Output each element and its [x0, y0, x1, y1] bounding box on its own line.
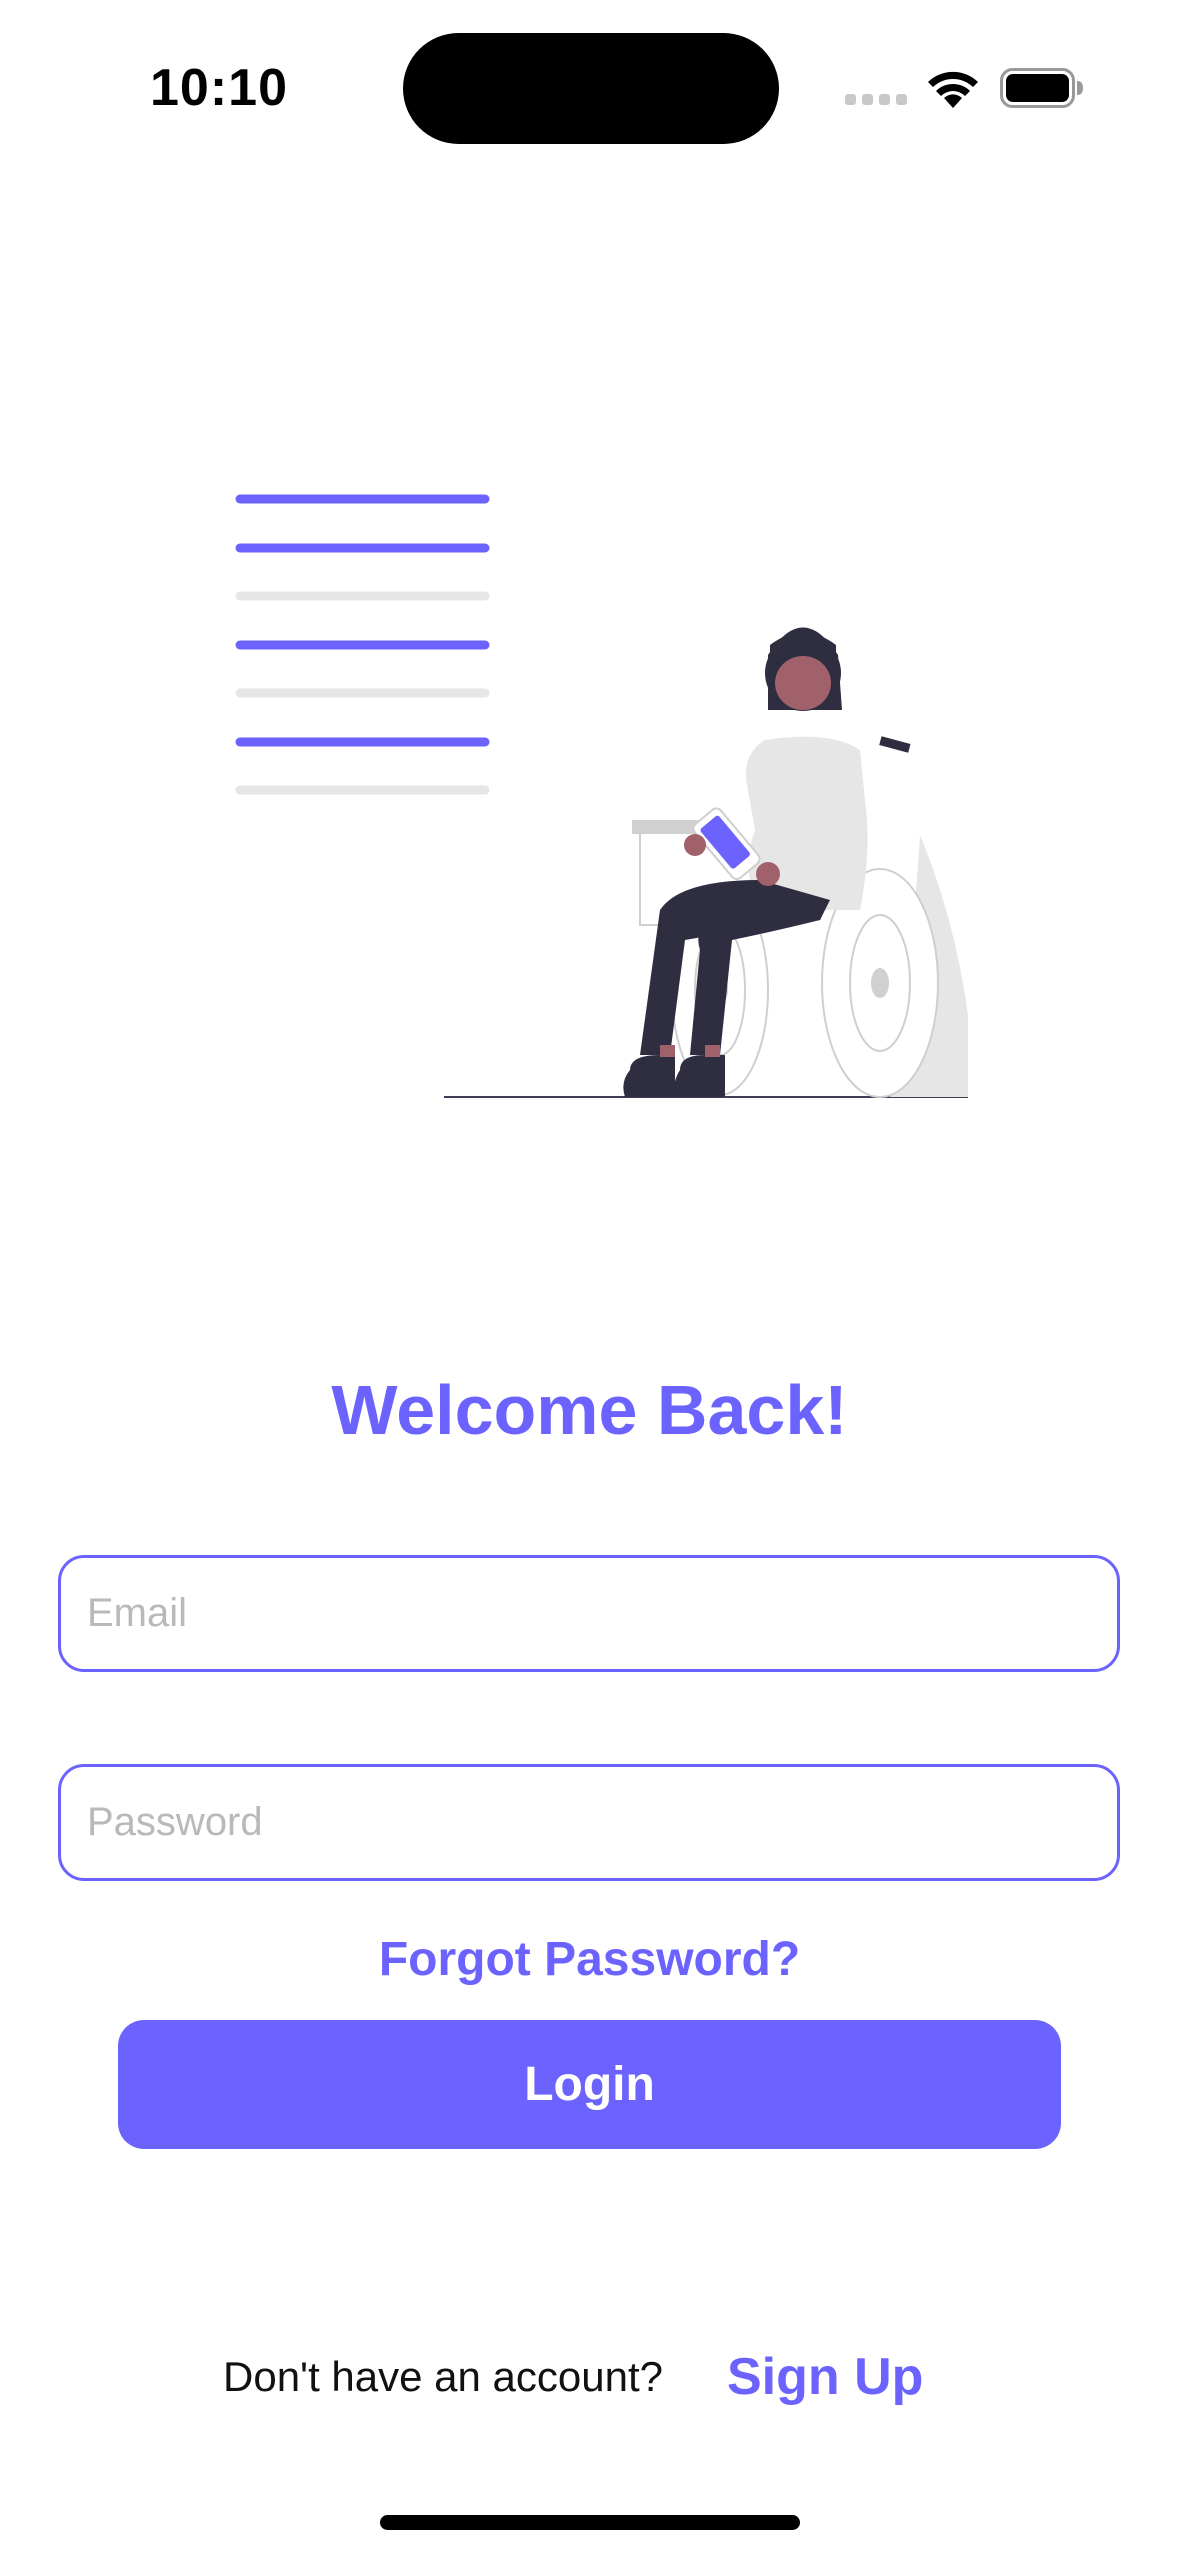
status-bar: 10:10	[0, 0, 1179, 180]
password-field[interactable]	[58, 1764, 1120, 1881]
wifi-icon	[928, 71, 978, 108]
password-input[interactable]	[61, 1767, 1117, 1878]
login-button-label: Login	[524, 2058, 655, 2111]
email-input[interactable]	[61, 1558, 1117, 1669]
dynamic-island	[403, 33, 779, 144]
home-indicator[interactable]	[380, 2515, 800, 2530]
cellular-signal-icon	[845, 94, 907, 106]
email-field[interactable]	[58, 1555, 1120, 1672]
forgot-password-link[interactable]: Forgot Password?	[0, 1932, 1179, 1987]
status-time: 10:10	[150, 59, 288, 117]
signup-row: Don't have an account? Sign Up	[0, 2345, 1179, 2415]
battery-icon	[1000, 68, 1083, 108]
wheelchair-user-illustration	[235, 494, 968, 1098]
login-button[interactable]: Login	[118, 2020, 1061, 2149]
signup-link[interactable]: Sign Up	[727, 2347, 923, 2407]
text-lines-graphic	[235, 494, 490, 795]
signup-prompt: Don't have an account?	[223, 2353, 663, 2400]
page-title: Welcome Back!	[331, 1371, 848, 1449]
